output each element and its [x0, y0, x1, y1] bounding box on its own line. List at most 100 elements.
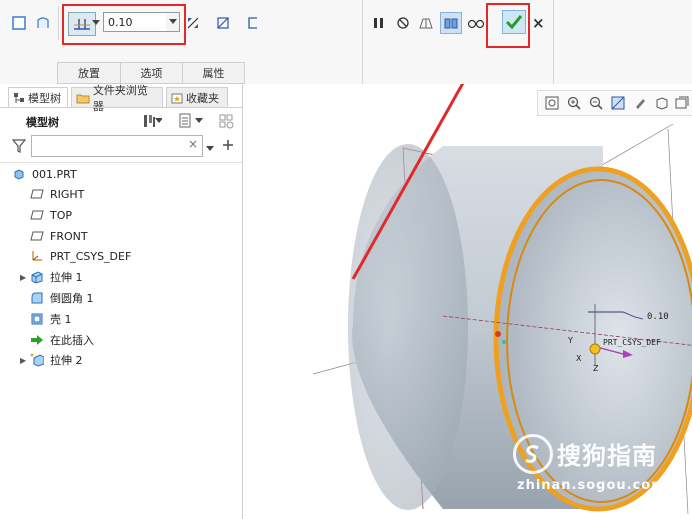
tree-item-top[interactable]: TOP — [30, 205, 72, 225]
cylinder-back-cap — [348, 144, 468, 510]
flip-direction-icon — [187, 17, 199, 29]
separator — [362, 0, 363, 84]
surface-button[interactable] — [34, 14, 52, 32]
tools-icon — [144, 115, 156, 127]
extrude-new-icon — [30, 353, 44, 367]
dashboard-ribbon: 0.10 × 放置 选项 属性 — [0, 0, 692, 85]
cancel-button[interactable]: × — [532, 14, 546, 32]
tree-item-label: 拉伸 1 — [50, 271, 83, 284]
tree-item-part[interactable]: 001.PRT — [12, 164, 77, 184]
tree-item-label: TOP — [50, 208, 73, 222]
tab-label: 模型树 — [28, 91, 61, 105]
surface-icon — [37, 17, 49, 28]
watermark-url: zhinan.sogou.com — [517, 478, 666, 493]
edge-point — [502, 340, 506, 344]
pause-icon — [374, 18, 383, 28]
divider — [0, 107, 242, 108]
search-clear-button[interactable]: × — [188, 137, 200, 155]
dimension-label[interactable]: 0.10 — [647, 312, 669, 322]
solid-icon — [12, 16, 26, 30]
tab-favorites[interactable]: 收藏夹 — [166, 87, 228, 107]
tab-label: 收藏夹 — [186, 91, 219, 105]
edge-point — [495, 331, 501, 337]
expand-arrow-icon[interactable]: ▶ — [20, 356, 26, 365]
glasses-icon — [467, 19, 485, 29]
axis-label-z: Z — [593, 364, 599, 373]
expand-arrow-icon[interactable]: ▶ — [20, 273, 26, 282]
tree-item-extrude-1[interactable]: ▶ 拉伸 1 — [20, 267, 83, 287]
tree-filter-options-button[interactable] — [219, 114, 235, 130]
model-tree-title: 模型树 — [26, 116, 59, 129]
glasses-preview-button[interactable] — [467, 14, 485, 32]
flip-direction-button[interactable] — [184, 14, 202, 32]
datum-plane-icon — [30, 229, 44, 243]
preview-geometry-icon — [419, 18, 433, 29]
graphics-viewport[interactable]: 0.10 PRT_CSYS_DEF Y X Z 搜狗指南 zhinan.sogo… — [243, 84, 692, 519]
tree-item-label: 壳 1 — [50, 313, 72, 326]
document-icon — [179, 113, 191, 128]
tree-item-label: 在此插入 — [50, 334, 94, 347]
filter-button[interactable] — [11, 139, 28, 155]
tree-search-input[interactable] — [31, 135, 203, 157]
tree-item-shell-1[interactable]: 壳 1 — [30, 309, 72, 329]
datum-plane-icon — [30, 187, 44, 201]
tab-properties[interactable]: 属性 — [182, 62, 245, 84]
csys-icon — [30, 249, 44, 263]
tab-folder-browser[interactable]: 文件夹浏览器 — [71, 84, 163, 113]
insert-arrow-icon — [30, 333, 44, 347]
tree-settings-button[interactable] — [142, 112, 162, 130]
tree-item-label: 倒圆角 1 — [50, 292, 94, 305]
chevron-down-icon — [155, 118, 162, 123]
tree-show-button[interactable] — [178, 112, 208, 130]
tab-model-tree[interactable]: 模型树 — [8, 87, 68, 107]
verify-mode-icon — [444, 18, 458, 29]
solid-button[interactable] — [10, 14, 28, 32]
tree-icon — [14, 92, 24, 103]
axis-label-y: Y — [568, 336, 573, 345]
thicken-side-button[interactable] — [244, 14, 262, 32]
sogou-logo-icon — [513, 434, 553, 474]
remove-material-button[interactable] — [214, 14, 232, 32]
tree-item-round-1[interactable]: 倒圆角 1 — [30, 288, 94, 308]
thickness-highlight — [62, 4, 186, 45]
chevron-down-icon — [195, 118, 203, 123]
tree-item-label: FRONT — [50, 229, 88, 243]
axis-label-x: X — [576, 354, 582, 363]
grid-settings-icon — [219, 114, 234, 129]
filter-icon — [11, 139, 27, 153]
confirm-highlight — [486, 3, 530, 48]
verify-preview-button[interactable] — [440, 12, 462, 34]
tree-item-extrude-2[interactable]: ▶ 拉伸 2 — [20, 350, 83, 370]
tree-item-insert-here[interactable]: 在此插入 — [30, 330, 94, 350]
tree-item-label: 拉伸 2 — [50, 354, 83, 367]
tree-item-front[interactable]: FRONT — [30, 226, 88, 246]
part-icon — [12, 167, 26, 181]
pause-button[interactable] — [370, 14, 388, 32]
bracket-icon — [248, 17, 257, 29]
model-tree-panel: 模型树 文件夹浏览器 收藏夹 模型树 × 001.PRT RIGHT TOP F… — [0, 84, 243, 519]
tree-item-label: PRT_CSYS_DEF — [50, 249, 132, 263]
add-filter-button[interactable] — [222, 137, 236, 153]
tree-item-label: 001.PRT — [32, 167, 77, 181]
chevron-down-icon — [206, 146, 214, 151]
plus-icon — [223, 140, 233, 150]
search-dropdown-button[interactable] — [206, 142, 216, 152]
watermark-brand: 搜狗指南 — [557, 442, 657, 470]
geometry-preview-button[interactable] — [417, 14, 435, 32]
drag-handle[interactable] — [589, 343, 601, 355]
tree-item-label: RIGHT — [50, 187, 85, 201]
round-icon — [30, 291, 44, 305]
tree-item-csys[interactable]: PRT_CSYS_DEF — [30, 246, 131, 266]
folder-icon — [76, 94, 90, 103]
shell-icon — [30, 312, 44, 326]
separator — [58, 6, 59, 40]
tab-label: 文件夹浏览器 — [92, 83, 148, 113]
csys-label: PRT_CSYS_DEF — [603, 338, 661, 347]
no-preview-button[interactable] — [394, 14, 412, 32]
no-preview-icon — [397, 17, 409, 29]
extrude-icon — [30, 270, 44, 284]
separator — [553, 0, 554, 84]
tree-item-right[interactable]: RIGHT — [30, 184, 84, 204]
remove-material-icon — [217, 17, 229, 29]
favorites-icon — [171, 93, 183, 103]
